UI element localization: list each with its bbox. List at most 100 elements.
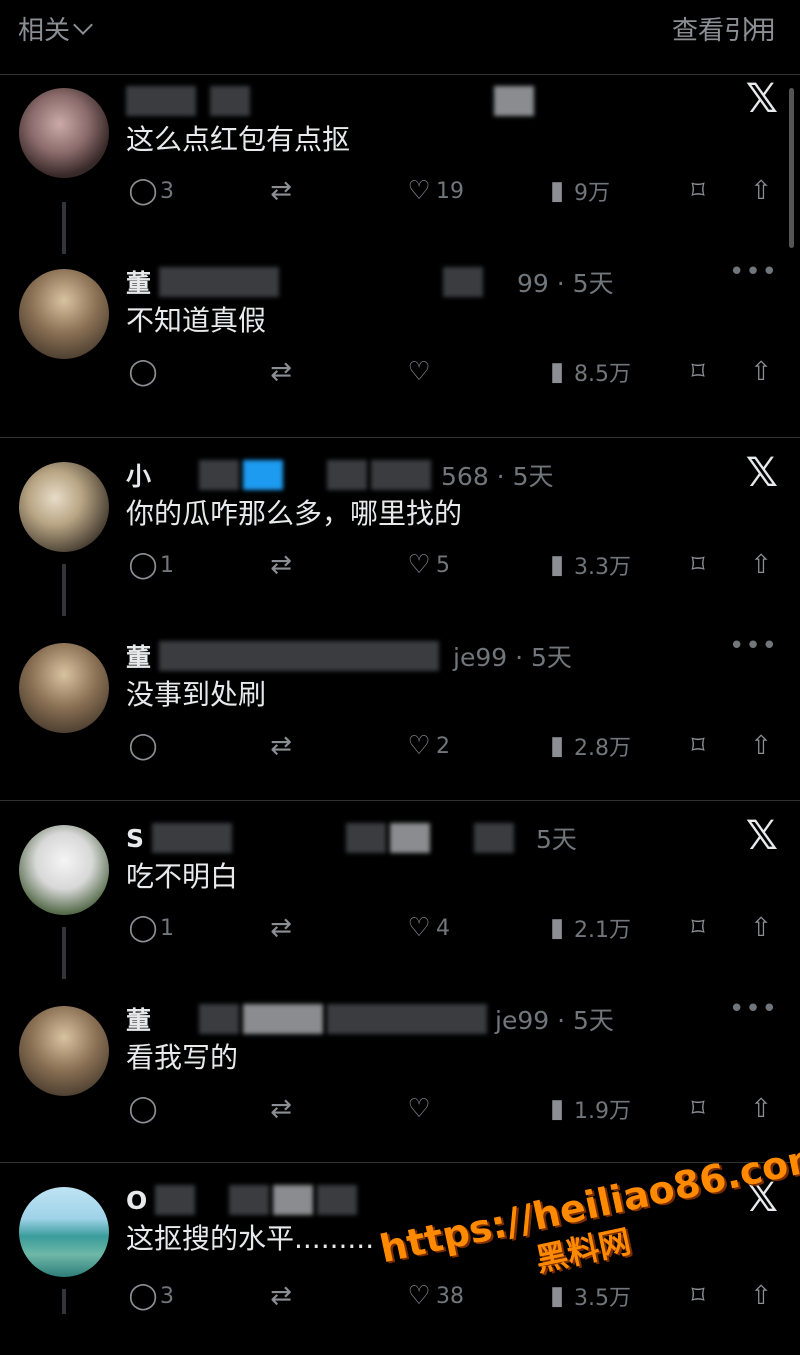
share-button[interactable]: ⇧ <box>744 174 778 208</box>
bar-chart-icon: ▮ <box>549 357 565 387</box>
like-button[interactable]: ♡ 5 <box>402 548 450 582</box>
like-button[interactable]: ♡ 2 <box>402 729 450 763</box>
top-bar: 相关 查看引用 <box>0 0 800 75</box>
bookmark-button[interactable]: ⌑ <box>681 174 715 208</box>
bookmark-icon: ⌑ <box>691 176 705 206</box>
avatar[interactable] <box>19 88 109 178</box>
redacted-name <box>199 1004 240 1034</box>
retweet-button[interactable]: ⇄ <box>264 548 298 582</box>
views-button[interactable]: ▮ 8.5万 <box>540 355 631 389</box>
views-button[interactable]: ▮ 3.3万 <box>540 548 631 582</box>
retweet-button[interactable]: ⇄ <box>264 911 298 945</box>
speech-bubble-icon: ◯ <box>128 913 158 943</box>
display-name: 小 <box>126 462 152 491</box>
reply-button[interactable]: ◯ 3 <box>126 174 174 208</box>
like-button[interactable]: ♡ <box>402 1092 436 1126</box>
bar-chart-icon: ▮ <box>549 913 565 943</box>
retweet-icon: ⇄ <box>270 357 292 387</box>
retweet-button[interactable]: ⇄ <box>264 1092 298 1126</box>
view-count: 8.5万 <box>574 362 631 387</box>
redacted-name <box>159 641 440 671</box>
bookmark-icon: ⌑ <box>691 913 705 943</box>
bar-chart-icon: ▮ <box>549 176 565 206</box>
tweet[interactable]: 董 je99 · 5天 ••• 没事到处刷 ◯ ⇄ ♡ 2 ▮ 2.8万 ⌑ ⇧ <box>0 631 800 811</box>
bookmark-icon: ⌑ <box>691 1281 705 1311</box>
tweet[interactable]: S 5天 𝕏 吃不明白 ◯ 1 ⇄ ♡ 4 ▮ 2.1万 ⌑ ⇧ <box>0 813 800 993</box>
bar-chart-icon: ▮ <box>549 550 565 580</box>
tweet-header: 董 je99 · 5天 <box>126 641 572 672</box>
x-logo-icon[interactable]: 𝕏 <box>746 76 778 122</box>
retweet-button[interactable]: ⇄ <box>264 174 298 208</box>
redacted-name <box>159 267 280 297</box>
share-button[interactable]: ⇧ <box>744 729 778 763</box>
reply-button[interactable]: ◯ <box>126 729 160 763</box>
tweet-header: S 5天 <box>126 823 577 854</box>
chevron-down-icon <box>73 14 93 35</box>
more-options-icon[interactable]: ••• <box>729 257 778 287</box>
reply-button[interactable]: ◯ <box>126 1092 160 1126</box>
like-button[interactable]: ♡ <box>402 355 436 389</box>
reply-button[interactable]: ◯ 3 <box>126 1279 174 1313</box>
bookmark-button[interactable]: ⌑ <box>681 729 715 763</box>
avatar[interactable] <box>19 462 109 552</box>
more-options-icon[interactable]: ••• <box>729 994 778 1024</box>
redacted-handle <box>443 267 484 297</box>
view-quotes-link[interactable]: 查看引用 <box>672 10 776 47</box>
views-button[interactable]: ▮ 3.5万 <box>540 1279 631 1313</box>
reply-button[interactable]: ◯ 1 <box>126 548 174 582</box>
retweet-button[interactable]: ⇄ <box>264 729 298 763</box>
x-logo-icon[interactable]: 𝕏 <box>746 450 778 496</box>
speech-bubble-icon: ◯ <box>128 357 158 387</box>
bookmark-icon: ⌑ <box>691 731 705 761</box>
avatar[interactable] <box>19 825 109 915</box>
bookmark-icon: ⌑ <box>691 550 705 580</box>
speech-bubble-icon: ◯ <box>128 1281 158 1311</box>
views-button[interactable]: ▮ 2.8万 <box>540 729 631 763</box>
share-icon: ⇧ <box>750 550 772 580</box>
share-button[interactable]: ⇧ <box>744 1092 778 1126</box>
tweet[interactable]: 董 99 · 5天 ••• 不知道真假 ◯ ⇄ ♡ ▮ 8.5万 ⌑ ⇧ <box>0 257 800 437</box>
share-button[interactable]: ⇧ <box>744 355 778 389</box>
action-bar: ◯ ⇄ ♡ 2 ▮ 2.8万 ⌑ ⇧ <box>126 729 786 763</box>
bar-chart-icon: ▮ <box>549 731 565 761</box>
share-button[interactable]: ⇧ <box>744 911 778 945</box>
redacted-handle <box>346 823 387 853</box>
avatar[interactable] <box>19 643 109 733</box>
reply-count: 1 <box>160 915 174 941</box>
tweet-text: 这抠搜的水平......... <box>126 1222 375 1255</box>
bookmark-button[interactable]: ⌑ <box>681 548 715 582</box>
views-button[interactable]: ▮ 1.9万 <box>540 1092 631 1126</box>
related-dropdown[interactable]: 相关 <box>18 10 93 47</box>
redacted-handle <box>494 86 534 116</box>
avatar[interactable] <box>19 1187 109 1277</box>
tweet[interactable]: 董 je99 · 5天 ••• 看我写的 ◯ ⇄ ♡ ▮ 1.9万 ⌑ ⇧ <box>0 994 800 1174</box>
like-button[interactable]: ♡ 19 <box>402 174 464 208</box>
view-count: 9万 <box>574 181 610 206</box>
x-logo-icon[interactable]: 𝕏 <box>746 813 778 859</box>
share-button[interactable]: ⇧ <box>744 1279 778 1313</box>
reply-button[interactable]: ◯ 1 <box>126 911 174 945</box>
avatar[interactable] <box>19 1006 109 1096</box>
tweet-text: 没事到处刷 <box>126 678 267 711</box>
retweet-icon: ⇄ <box>270 1281 292 1311</box>
bookmark-button[interactable]: ⌑ <box>681 355 715 389</box>
tweet[interactable]: 小 568 · 5天 𝕏 你的瓜咋那么多，哪里找的 ◯ 1 ⇄ ♡ 5 ▮ 3.3万 … <box>0 450 800 630</box>
handle-time: 5天 <box>536 825 577 854</box>
like-button[interactable]: ♡ 4 <box>402 911 450 945</box>
tweet-header <box>126 86 538 116</box>
view-count: 3.3万 <box>574 555 631 580</box>
retweet-button[interactable]: ⇄ <box>264 1279 298 1313</box>
bookmark-button[interactable]: ⌑ <box>681 1279 715 1313</box>
tweet[interactable]: 𝕏 这么点红包有点抠 ◯ 3 ⇄ ♡ 19 ▮ 9万 ⌑ ⇧ <box>0 76 800 256</box>
views-button[interactable]: ▮ 2.1万 <box>540 911 631 945</box>
retweet-button[interactable]: ⇄ <box>264 355 298 389</box>
bookmark-button[interactable]: ⌑ <box>681 911 715 945</box>
more-options-icon[interactable]: ••• <box>729 631 778 661</box>
bookmark-button[interactable]: ⌑ <box>681 1092 715 1126</box>
share-button[interactable]: ⇧ <box>744 548 778 582</box>
redacted-name <box>126 86 196 116</box>
share-icon: ⇧ <box>750 176 772 206</box>
avatar[interactable] <box>19 269 109 359</box>
views-button[interactable]: ▮ 9万 <box>540 174 610 208</box>
reply-button[interactable]: ◯ <box>126 355 160 389</box>
